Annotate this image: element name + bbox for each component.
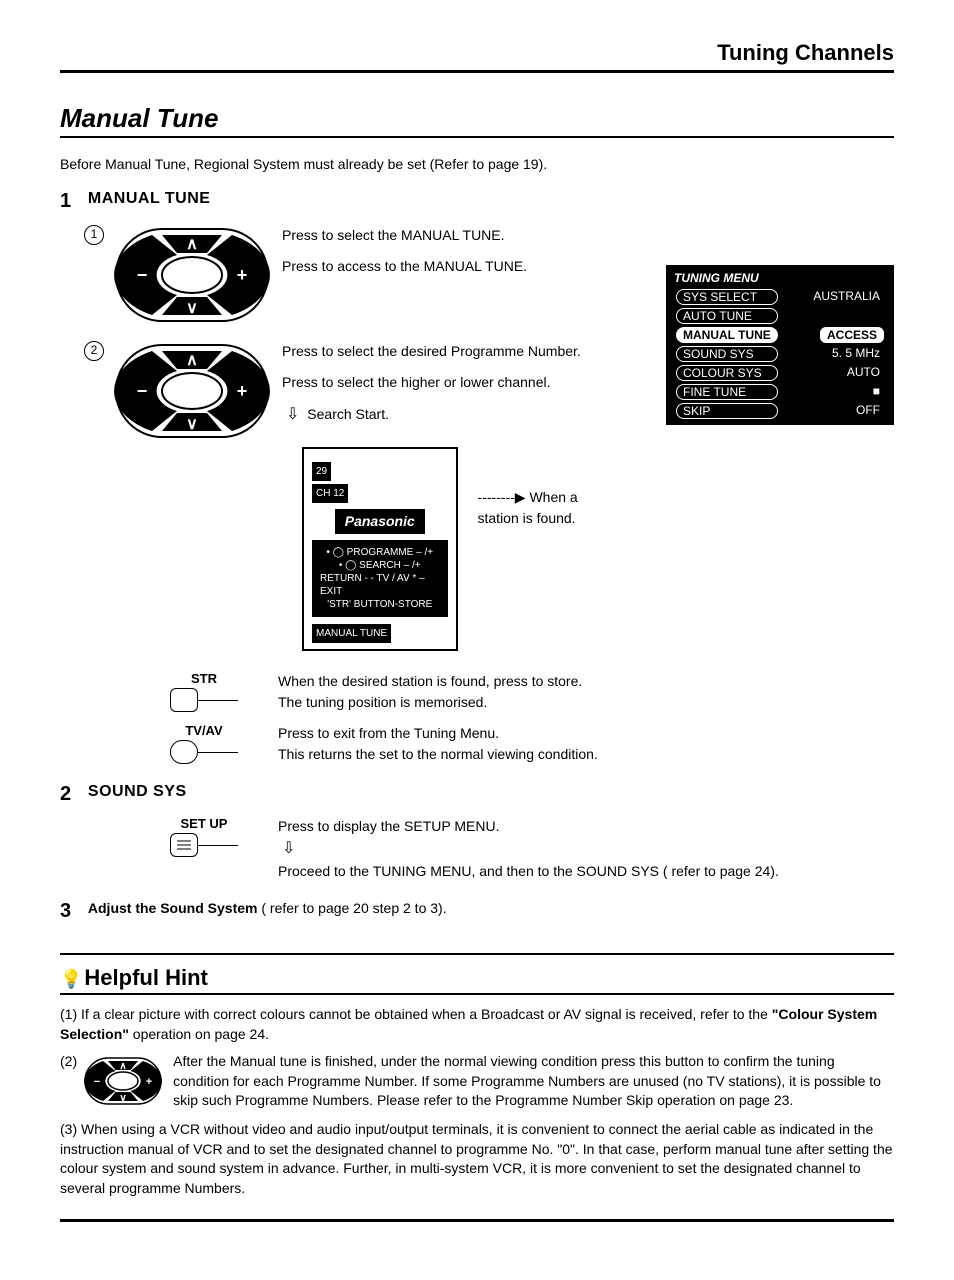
svg-text:+: + — [237, 265, 248, 285]
menu-title: TUNING MENU — [670, 269, 890, 287]
step-heading: MANUAL TUNE — [88, 190, 211, 207]
svg-text:∧: ∧ — [186, 352, 198, 369]
down-arrow-icon: ⇩ — [282, 840, 295, 857]
substep-marker: 1 — [84, 225, 104, 245]
svg-text:∨: ∨ — [186, 416, 198, 433]
svg-text:−: − — [94, 1076, 100, 1088]
page-header: Tuning Channels — [60, 40, 894, 73]
setup-label: SET UP — [170, 816, 238, 831]
instruction-text: This returns the set to the normal viewi… — [278, 744, 598, 765]
instruction-text: Press to select the higher or lower chan… — [282, 372, 602, 393]
menu-item: AUTO TUNE — [676, 308, 778, 324]
hint-item: (2) ∧ ∨ − + After the Manual tune is fin… — [60, 1052, 894, 1112]
menu-value: 5. 5 MHz — [828, 346, 884, 362]
step-heading: SOUND SYS — [88, 783, 187, 800]
footer-rule — [60, 1219, 894, 1222]
svg-text:∨: ∨ — [186, 300, 198, 317]
setup-button-icon — [170, 833, 198, 857]
page-title: Manual Tune — [60, 103, 894, 138]
step-number: 2 — [60, 783, 84, 806]
instruction-text: Press to display the SETUP MENU. — [278, 816, 779, 837]
step3-rest: ( refer to page 20 step 2 to 3). — [257, 900, 446, 916]
tvav-label: TV/AV — [170, 723, 238, 738]
osd-line: 'STR' BUTTON-STORE — [320, 598, 440, 611]
str-label: STR — [170, 671, 238, 686]
svg-text:+: + — [146, 1076, 152, 1088]
menu-value: AUTO — [843, 365, 884, 381]
tuning-menu-osd: TUNING MENU SYS SELECT AUSTRALIA AUTO TUN… — [666, 265, 894, 425]
menu-item: SKIP — [676, 403, 778, 419]
menu-item: MANUAL TUNE — [676, 327, 778, 343]
substep-marker: 2 — [84, 341, 104, 361]
step-number: 3 — [60, 900, 84, 923]
step-2: 2 SOUND SYS SET UP Press to display the … — [60, 783, 894, 882]
menu-value: ACCESS — [820, 327, 884, 343]
navpad-small-icon: ∧ ∨ − + — [83, 1056, 163, 1112]
svg-text:+: + — [237, 381, 248, 401]
intro-text: Before Manual Tune, Regional System must… — [60, 156, 894, 172]
hint-list: (1) If a clear picture with correct colo… — [60, 1005, 894, 1199]
osd-mode-tag: MANUAL TUNE — [312, 624, 391, 643]
instruction-text: Press to select the MANUAL TUNE. — [282, 225, 527, 246]
step-number: 1 — [60, 190, 84, 213]
osd-channel: CH 12 — [312, 484, 348, 503]
instruction-text: Proceed to the TUNING MENU, and then to … — [278, 861, 779, 882]
menu-value: OFF — [852, 403, 884, 419]
lightbulb-icon: 💡 — [60, 969, 82, 989]
osd-line: • ◯ PROGRAMME – /+ — [320, 546, 440, 559]
found-label: When a station is found. — [478, 489, 578, 526]
brand-badge: Panasonic — [335, 509, 425, 534]
instruction-text: Search Start. — [307, 406, 389, 422]
instruction-text: Press to exit from the Tuning Menu. — [278, 723, 598, 744]
svg-text:∧: ∧ — [119, 1061, 126, 1072]
instruction-text: When the desired station is found, press… — [278, 671, 582, 692]
step3-bold: Adjust the Sound System — [88, 900, 258, 916]
osd-screen: 29 CH 12 Panasonic • ◯ PROGRAMME – /+ • … — [302, 447, 458, 651]
hint-number: (2) — [60, 1052, 77, 1072]
hint-item: (3) When using a VCR without video and a… — [60, 1120, 894, 1198]
step-3: 3 Adjust the Sound System ( refer to pag… — [60, 900, 894, 923]
osd-channel-top: 29 — [312, 462, 331, 481]
navpad-icon: ∧ ∨ − + — [112, 225, 272, 325]
menu-item: SOUND SYS — [676, 346, 778, 362]
navpad-icon: ∧ ∨ − + — [112, 341, 272, 441]
svg-text:∨: ∨ — [119, 1093, 126, 1104]
menu-value: AUSTRALIA — [809, 289, 884, 305]
svg-text:∧: ∧ — [186, 236, 198, 253]
tvav-button-icon — [170, 740, 198, 764]
instruction-text: The tuning position is memorised. — [278, 692, 582, 713]
down-arrow-icon: ⇩ — [286, 406, 299, 423]
svg-text:−: − — [137, 381, 148, 401]
hint-heading: 💡Helpful Hint — [60, 953, 894, 995]
menu-item: FINE TUNE — [676, 384, 778, 400]
instruction-text: Press to select the desired Programme Nu… — [282, 341, 602, 362]
svg-text:−: − — [137, 265, 148, 285]
str-button-icon — [170, 688, 198, 712]
osd-line: • ◯ SEARCH – /+ — [320, 559, 440, 572]
menu-item: COLOUR SYS — [676, 365, 778, 381]
menu-item: SYS SELECT — [676, 289, 778, 305]
menu-value — [876, 308, 884, 324]
instruction-text: Press to access to the MANUAL TUNE. — [282, 256, 527, 277]
osd-line: RETURN - - TV / AV * – EXIT — [320, 572, 440, 598]
step-1: 1 MANUAL TUNE TUNING MENU SYS SELECT AUST… — [60, 190, 894, 765]
menu-value: ■ — [869, 384, 884, 400]
hint-item: (1) If a clear picture with correct colo… — [60, 1005, 894, 1044]
